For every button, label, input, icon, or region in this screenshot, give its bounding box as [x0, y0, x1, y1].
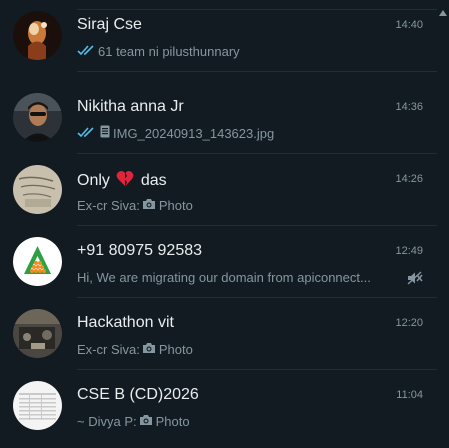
chat-name: Only das — [77, 170, 167, 192]
chat-time: 12:20 — [395, 317, 423, 329]
scrollbar[interactable] — [437, 0, 449, 448]
chat-time: 14:26 — [395, 173, 423, 185]
camera-icon — [142, 342, 156, 357]
avatar — [13, 11, 62, 60]
chat-name: +91 80975 92583 — [77, 242, 203, 259]
chat-list: Siraj Cse 14:40 61 team ni pilusthunnary… — [0, 0, 449, 448]
chat-time: 11:04 — [396, 389, 423, 401]
chat-sender: Ex-cr Siva: — [77, 341, 140, 357]
chat-name: Siraj Cse — [77, 16, 142, 33]
document-icon — [100, 125, 110, 141]
double-check-icon — [77, 44, 95, 59]
chat-item-siraj-cse[interactable]: Siraj Cse 14:40 61 team ni pilusthunnary — [0, 0, 437, 72]
chat-item-phone[interactable]: +91 80975 92583 12:49 Hi, We are migrati… — [0, 226, 437, 298]
avatar — [13, 237, 62, 286]
chat-name: Hackathon vit — [77, 314, 174, 331]
chat-sender: ~ Divya P: — [77, 413, 137, 429]
chat-item-nikitha[interactable]: Nikitha anna Jr 14:36 IMG_20240913_14362… — [0, 82, 437, 154]
muted-icon — [407, 271, 423, 290]
double-check-icon — [77, 126, 95, 141]
chat-time: 14:40 — [395, 19, 423, 31]
chat-message: 61 team ni pilusthunnary — [98, 43, 240, 59]
chat-item-hackathon-vit[interactable]: Hackathon vit 12:20 Ex-cr Siva: Photo — [0, 298, 437, 370]
chat-preview: Ex-cr Siva: Photo — [77, 340, 397, 358]
chat-message: Photo — [158, 197, 193, 213]
avatar — [13, 165, 62, 214]
chat-name: CSE B (CD)2026 — [77, 386, 199, 403]
divider — [77, 71, 437, 72]
chat-preview: IMG_20240913_143623.jpg — [77, 124, 397, 142]
chat-item-cse-b[interactable]: CSE B (CD)2026 11:04 ~ Divya P: Photo — [0, 370, 437, 442]
chat-message: Photo — [155, 413, 190, 429]
chat-time: 14:36 — [395, 101, 423, 113]
broken-heart-icon — [116, 170, 134, 192]
chat-preview: 61 team ni pilusthunnary — [77, 42, 397, 60]
chat-time: 12:49 — [395, 245, 423, 257]
camera-icon — [139, 414, 153, 429]
chat-message: IMG_20240913_143623.jpg — [113, 125, 275, 141]
chat-item-only-das[interactable]: Only das 14:26 Ex-cr Siva: Photo — [0, 154, 437, 226]
avatar — [13, 93, 62, 142]
scroll-up-arrow-icon[interactable] — [439, 3, 447, 21]
chat-preview: Hi, We are migrating our domain from api… — [77, 268, 397, 286]
chat-preview: ~ Divya P: Photo — [77, 412, 397, 430]
chat-name: Nikitha anna Jr — [77, 98, 184, 115]
chat-preview: Ex-cr Siva: Photo — [77, 196, 397, 214]
avatar — [13, 309, 62, 358]
chat-sender: Ex-cr Siva: — [77, 197, 140, 213]
camera-icon — [142, 198, 156, 213]
chat-message: Photo — [158, 341, 193, 357]
avatar — [13, 381, 62, 430]
chat-message: Hi, We are migrating our domain from api… — [77, 269, 371, 285]
